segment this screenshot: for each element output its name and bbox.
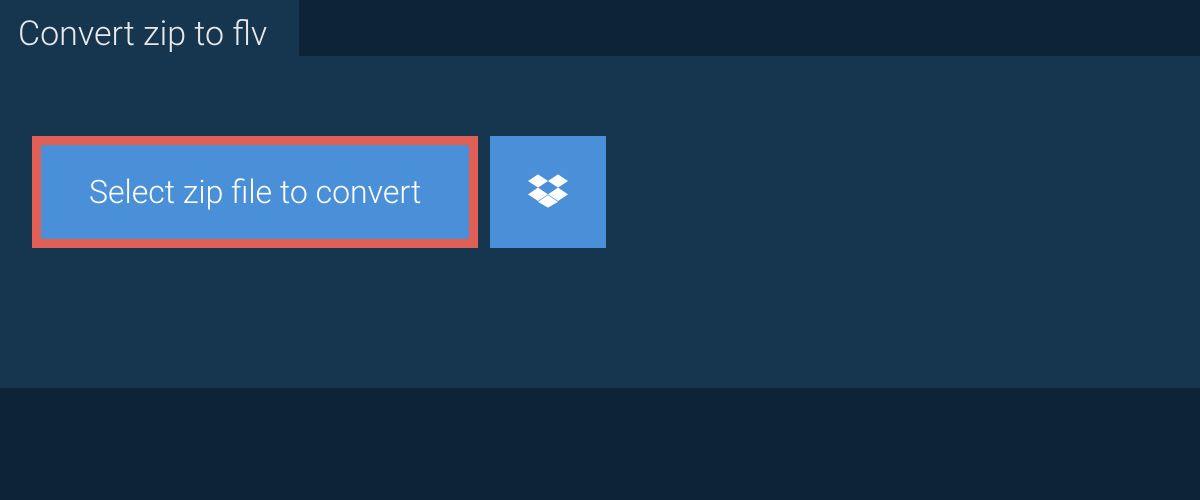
button-row: Select zip file to convert <box>32 136 606 248</box>
dropbox-button[interactable] <box>490 136 606 248</box>
tab-title: Convert zip to flv <box>18 14 267 54</box>
converter-panel: Convert zip to flv Select zip file to co… <box>0 56 1200 388</box>
tab-convert[interactable]: Convert zip to flv <box>0 0 299 68</box>
select-file-button[interactable]: Select zip file to convert <box>32 136 478 248</box>
dropbox-icon <box>528 171 568 214</box>
select-file-label: Select zip file to convert <box>89 173 421 211</box>
